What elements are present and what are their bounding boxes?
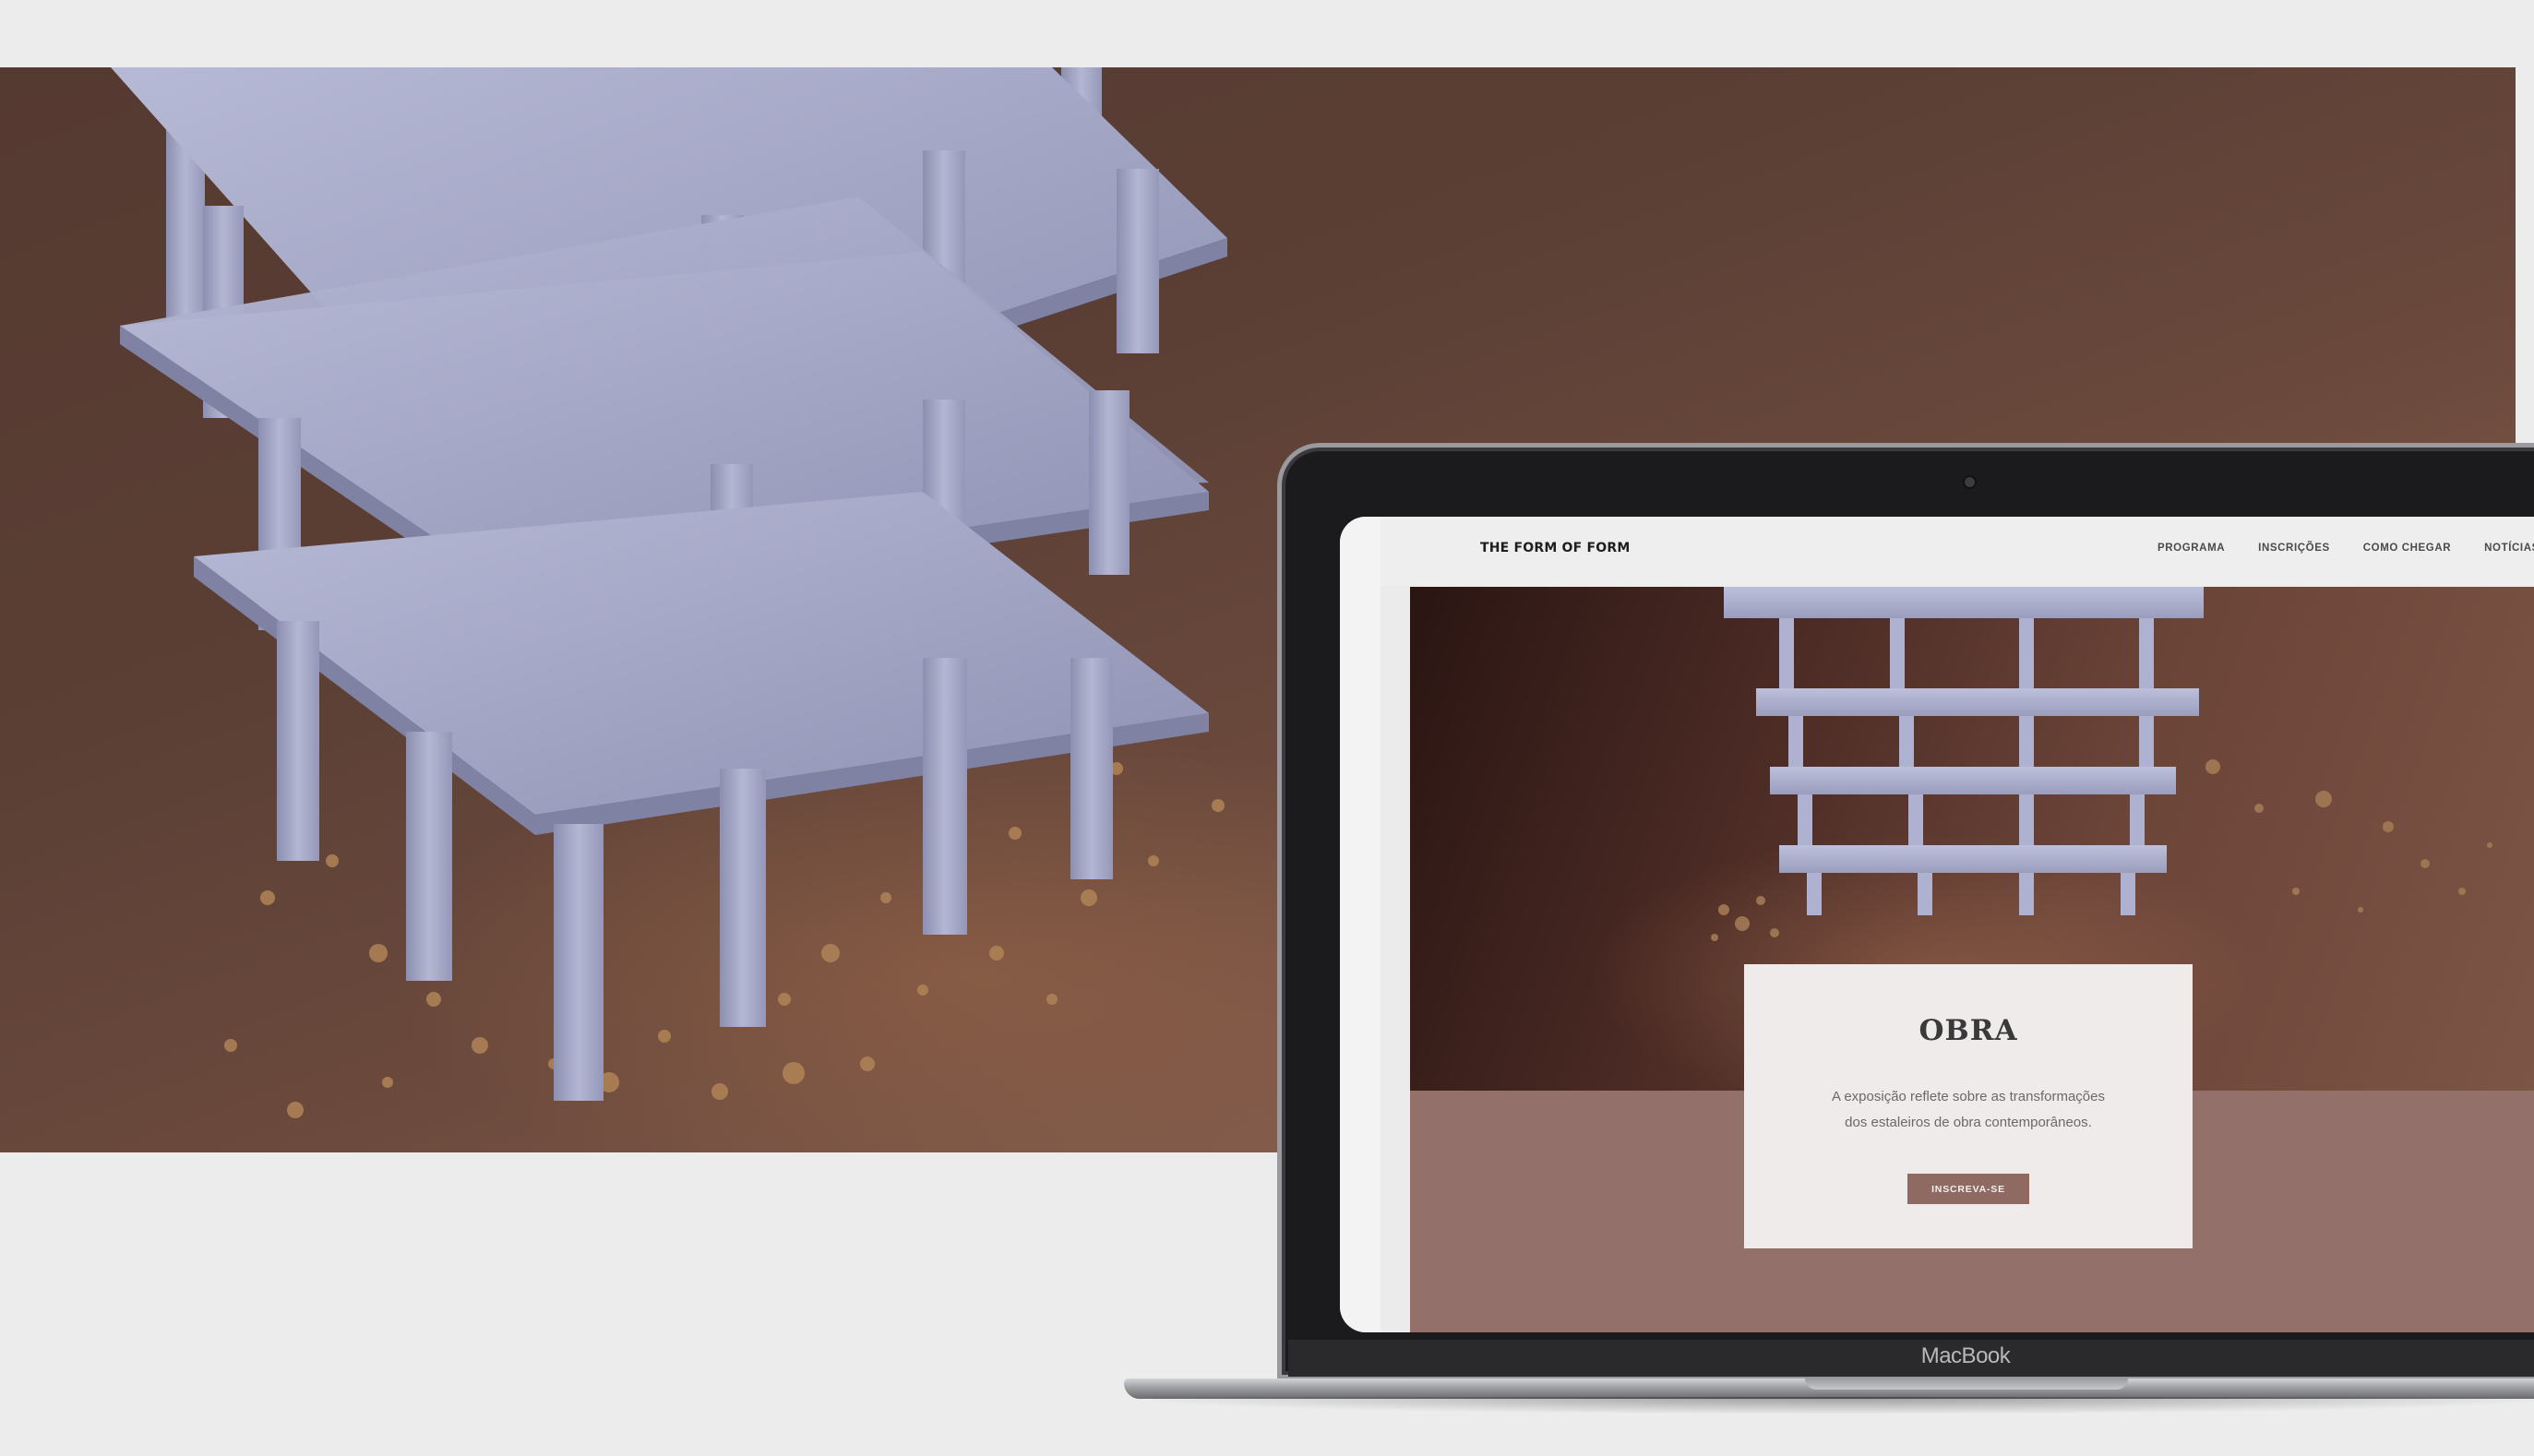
laptop-screen: THE FORM OF FORM PROGRAMA INSCRIÇÕES COM… [1340, 517, 2534, 1332]
hero-description-line-1: A exposição reflete sobre as transformaç… [1832, 1089, 2105, 1104]
camera-icon [1965, 477, 1975, 487]
hero-description-line-2: dos estaleiros de obra contemporâneos. [1845, 1115, 2092, 1130]
site-logo[interactable]: THE FORM OF FORM [1480, 541, 1630, 555]
hero-title: OBRA [1918, 1014, 2018, 1047]
nav-item-como-chegar[interactable]: COMO CHEGAR [2363, 543, 2451, 554]
hero-description: A exposição reflete sobre as transformaç… [1781, 1084, 2156, 1136]
site-header: THE FORM OF FORM PROGRAMA INSCRIÇÕES COM… [1381, 517, 2534, 586]
device-brand-label: MacBook [1920, 1343, 2011, 1368]
nav-item-inscricoes[interactable]: INSCRIÇÕES [2258, 543, 2330, 554]
hero-card: OBRA A exposição reflete sobre as transf… [1744, 964, 2193, 1248]
site-left-margin [1340, 517, 1381, 1332]
nav-item-programa[interactable]: PROGRAMA [2157, 543, 2225, 554]
subscribe-button[interactable]: INSCREVA-SE [1907, 1174, 2029, 1204]
site-nav: PROGRAMA INSCRIÇÕES COMO CHEGAR NOTÍCIAS [2157, 543, 2534, 554]
laptop-hinge-notch [1805, 1378, 2128, 1390]
laptop-shadow [1153, 1397, 2534, 1414]
nav-item-noticias[interactable]: NOTÍCIAS [2484, 543, 2534, 554]
